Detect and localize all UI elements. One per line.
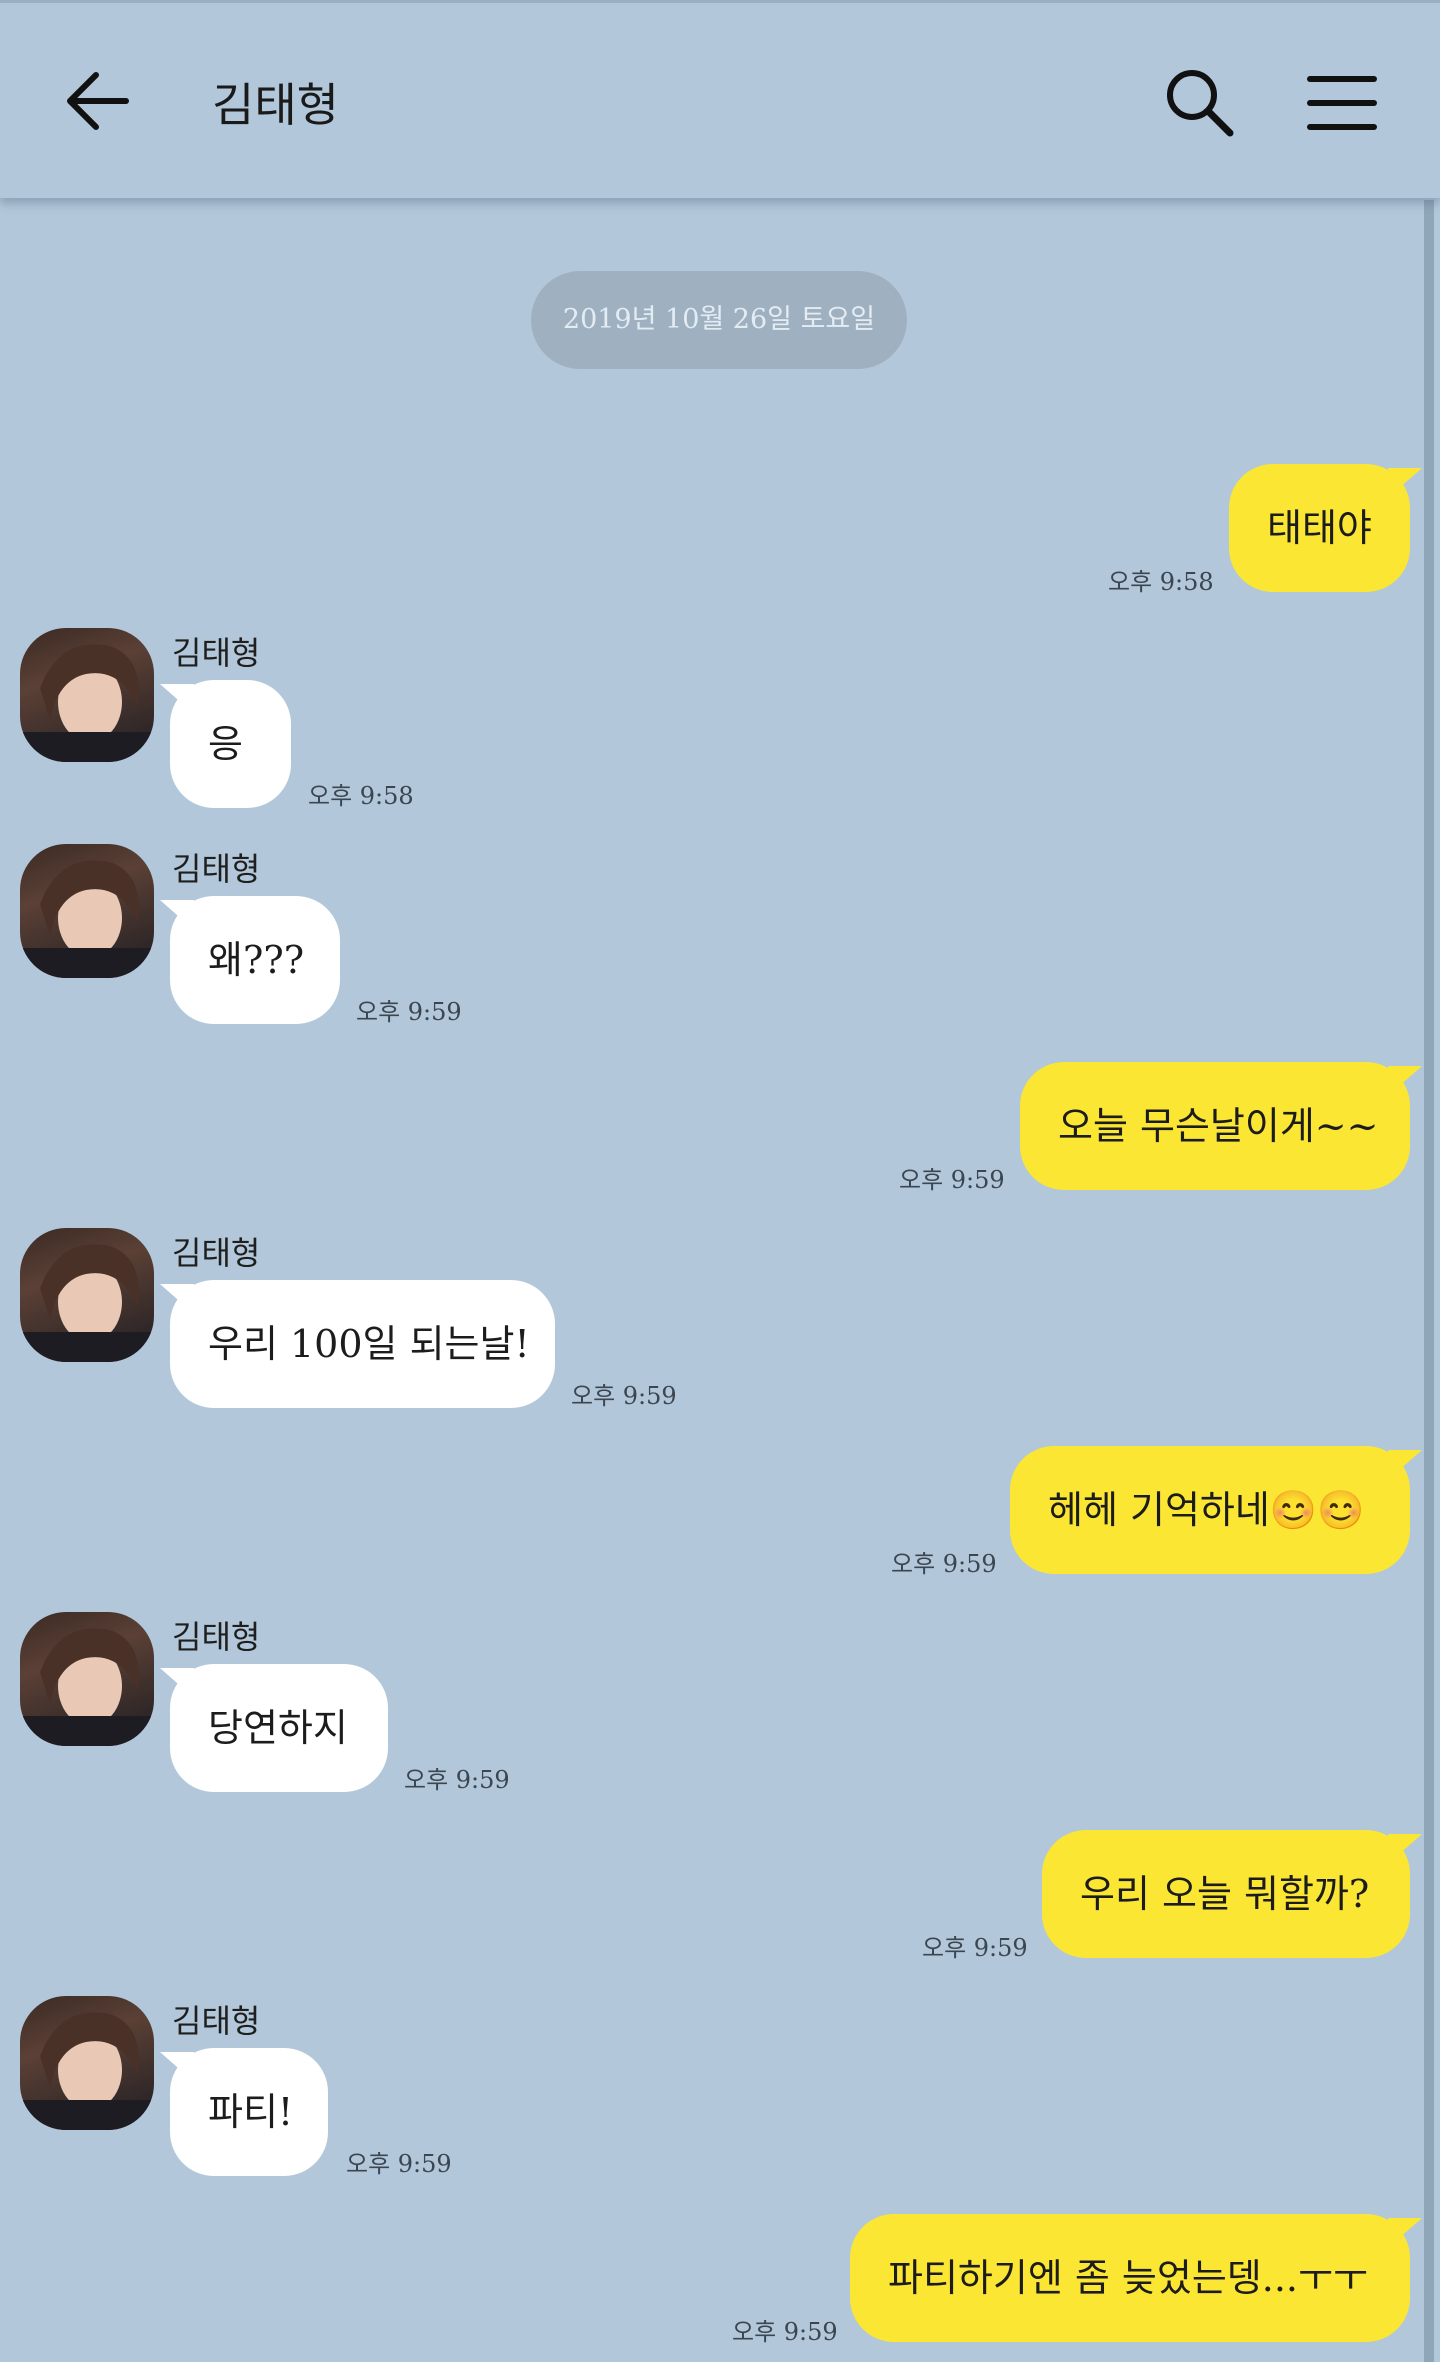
arrow-left-icon	[67, 72, 129, 130]
message-time: 오후 9:59	[922, 1934, 1028, 1962]
profile-photo-icon	[20, 644, 154, 762]
my-message-bubble[interactable]: 우리 오늘 뭐할까?	[1042, 1830, 1410, 1958]
scrollbar[interactable]	[1424, 200, 1434, 2362]
avatar[interactable]	[20, 1996, 154, 2130]
message-time: 오후 9:59	[356, 998, 462, 1026]
avatar[interactable]	[20, 1612, 154, 1746]
chat-header: 김태형	[0, 0, 1440, 198]
sender-name: 김태형	[172, 634, 261, 672]
profile-photo-icon	[20, 2012, 154, 2130]
message-time: 오후 9:58	[308, 782, 414, 810]
search-icon	[1167, 70, 1234, 137]
hamburger-menu-icon	[1307, 76, 1377, 130]
search-button[interactable]	[1162, 65, 1238, 141]
date-divider: 2019년 10월 26일 토요일	[531, 271, 907, 369]
profile-photo-icon	[20, 1244, 154, 1362]
sender-name: 김태형	[172, 1234, 261, 1272]
profile-photo-icon	[20, 1628, 154, 1746]
their-message-bubble[interactable]: 왜???	[170, 896, 340, 1024]
avatar[interactable]	[20, 628, 154, 762]
avatar[interactable]	[20, 844, 154, 978]
sender-name: 김태형	[172, 2002, 261, 2040]
message-time: 오후 9:59	[571, 1382, 677, 1410]
their-message-bubble[interactable]: 우리 100일 되는날!	[170, 1280, 555, 1408]
back-button[interactable]	[62, 65, 134, 137]
message-time: 오후 9:59	[891, 1550, 997, 1578]
sender-name: 김태형	[172, 1618, 261, 1656]
profile-photo-icon	[20, 860, 154, 978]
my-message-bubble[interactable]: 헤헤 기억하네😊😊	[1010, 1446, 1410, 1574]
menu-button[interactable]	[1304, 65, 1380, 141]
avatar[interactable]	[20, 1228, 154, 1362]
my-message-bubble[interactable]: 파티하기엔 좀 늦었는뎅...ㅜㅜ	[850, 2214, 1410, 2342]
message-time: 오후 9:58	[1108, 568, 1214, 596]
message-time: 오후 9:59	[899, 1166, 1005, 1194]
my-message-bubble[interactable]: 태태야	[1229, 464, 1410, 592]
sender-name: 김태형	[172, 850, 261, 888]
their-message-bubble[interactable]: 당연하지	[170, 1664, 388, 1792]
message-time: 오후 9:59	[404, 1766, 510, 1794]
message-time: 오후 9:59	[346, 2150, 452, 2178]
chat-title: 김태형	[212, 78, 339, 132]
my-message-bubble[interactable]: 오늘 무슨날이게~~	[1020, 1062, 1410, 1190]
message-time: 오후 9:59	[732, 2318, 838, 2346]
